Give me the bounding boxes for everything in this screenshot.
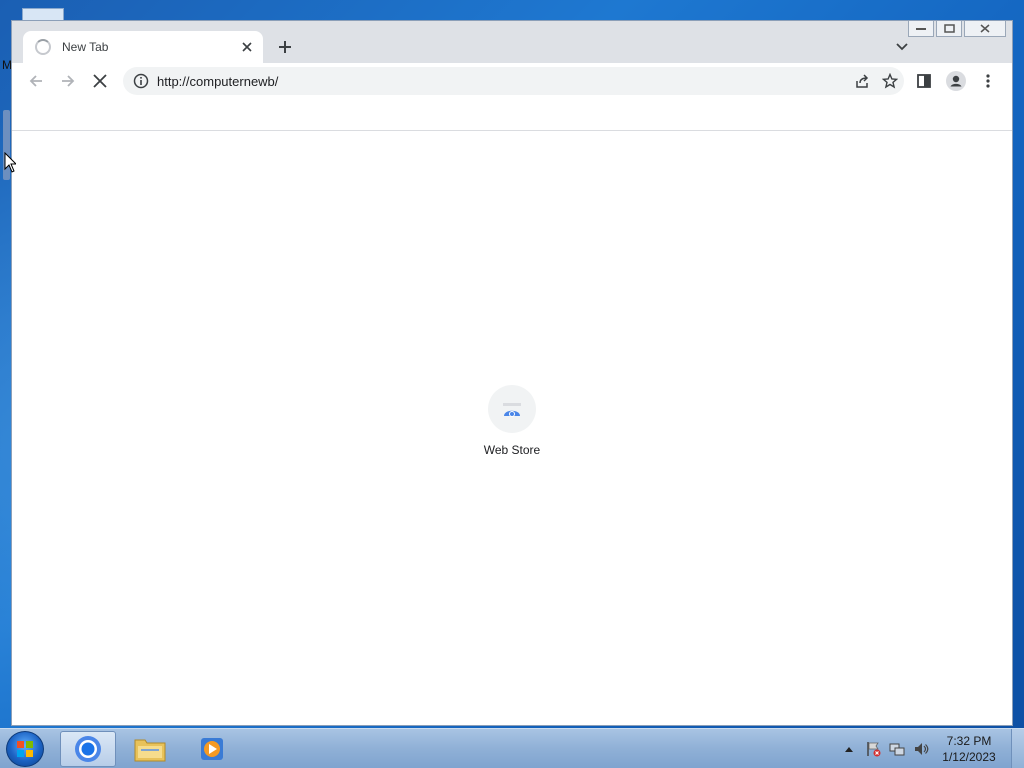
stop-x-icon xyxy=(93,74,107,88)
close-tab-icon xyxy=(242,42,252,52)
taskbar-clock[interactable]: 7:32 PM 1/12/2023 xyxy=(933,733,1005,765)
address-bar[interactable]: http://computernewb/ xyxy=(123,67,904,95)
new-tab-button[interactable] xyxy=(272,34,298,60)
media-player-icon xyxy=(201,738,223,760)
restore-icon xyxy=(943,24,955,33)
flag-warning-icon xyxy=(867,742,881,757)
address-url[interactable]: http://computernewb/ xyxy=(157,74,848,89)
plus-icon xyxy=(279,41,291,53)
chevron-up-icon xyxy=(845,747,853,752)
show-hidden-icons-button[interactable] xyxy=(839,739,859,759)
shortcut-web-store[interactable]: Web Store xyxy=(468,385,556,457)
forward-arrow-icon xyxy=(62,75,75,87)
volume-icon[interactable] xyxy=(911,739,931,759)
bookmarks-bar xyxy=(12,99,1012,131)
forward-button[interactable] xyxy=(54,67,82,95)
start-button[interactable] xyxy=(6,731,44,767)
taskbar-chrome[interactable] xyxy=(60,731,116,767)
window-controls xyxy=(906,21,1006,37)
show-desktop-button[interactable] xyxy=(1011,729,1024,768)
close-icon xyxy=(980,24,990,33)
more-vert-icon xyxy=(986,74,990,88)
chevron-down-icon xyxy=(896,43,908,51)
taskbar-file-explorer[interactable] xyxy=(122,731,178,767)
network-icon[interactable] xyxy=(887,739,907,759)
share-button[interactable] xyxy=(848,67,876,95)
browser-window: New Tab http://computernewb/ Web Store xyxy=(11,20,1013,726)
share-icon xyxy=(856,74,869,88)
minimize-button[interactable] xyxy=(908,21,934,37)
restore-button[interactable] xyxy=(936,21,962,37)
back-arrow-icon xyxy=(29,75,42,87)
shortcut-label: Web Store xyxy=(483,443,541,457)
web-store-icon xyxy=(503,403,521,417)
tab-new-tab[interactable]: New Tab xyxy=(23,31,263,63)
clock-date: 1/12/2023 xyxy=(942,750,996,764)
site-info-icon[interactable] xyxy=(133,73,149,89)
loading-spinner-icon xyxy=(35,39,51,55)
profile-button[interactable] xyxy=(942,67,970,95)
speaker-icon xyxy=(915,743,929,755)
bookmark-button[interactable] xyxy=(876,67,904,95)
page-content: Web Store xyxy=(12,131,1012,725)
mouse-cursor-icon xyxy=(4,152,16,173)
tab-close-button[interactable] xyxy=(237,37,257,57)
tab-title: New Tab xyxy=(62,40,109,54)
taskbar: 7:32 PM 1/12/2023 xyxy=(0,728,1024,768)
browser-toolbar: http://computernewb/ xyxy=(12,63,1012,99)
side-panel-button[interactable] xyxy=(910,67,938,95)
tab-search-button[interactable] xyxy=(892,37,912,57)
side-panel-icon xyxy=(917,74,931,88)
profile-avatar-icon xyxy=(946,71,966,91)
back-button[interactable] xyxy=(22,67,50,95)
menu-button[interactable] xyxy=(974,67,1002,95)
windows-logo-icon xyxy=(17,741,33,757)
system-tray: 7:32 PM 1/12/2023 xyxy=(837,729,1024,768)
chrome-icon xyxy=(75,736,101,762)
stop-loading-button[interactable] xyxy=(86,67,114,95)
folder-icon xyxy=(134,739,166,762)
action-center-icon[interactable] xyxy=(863,739,883,759)
close-window-button[interactable] xyxy=(964,21,1006,37)
taskbar-media-player[interactable] xyxy=(184,731,240,767)
shortcut-tile xyxy=(488,385,536,433)
network-monitor-icon xyxy=(889,743,905,756)
minimize-icon xyxy=(916,27,926,30)
clock-time: 7:32 PM xyxy=(946,734,992,748)
star-icon xyxy=(882,73,898,89)
